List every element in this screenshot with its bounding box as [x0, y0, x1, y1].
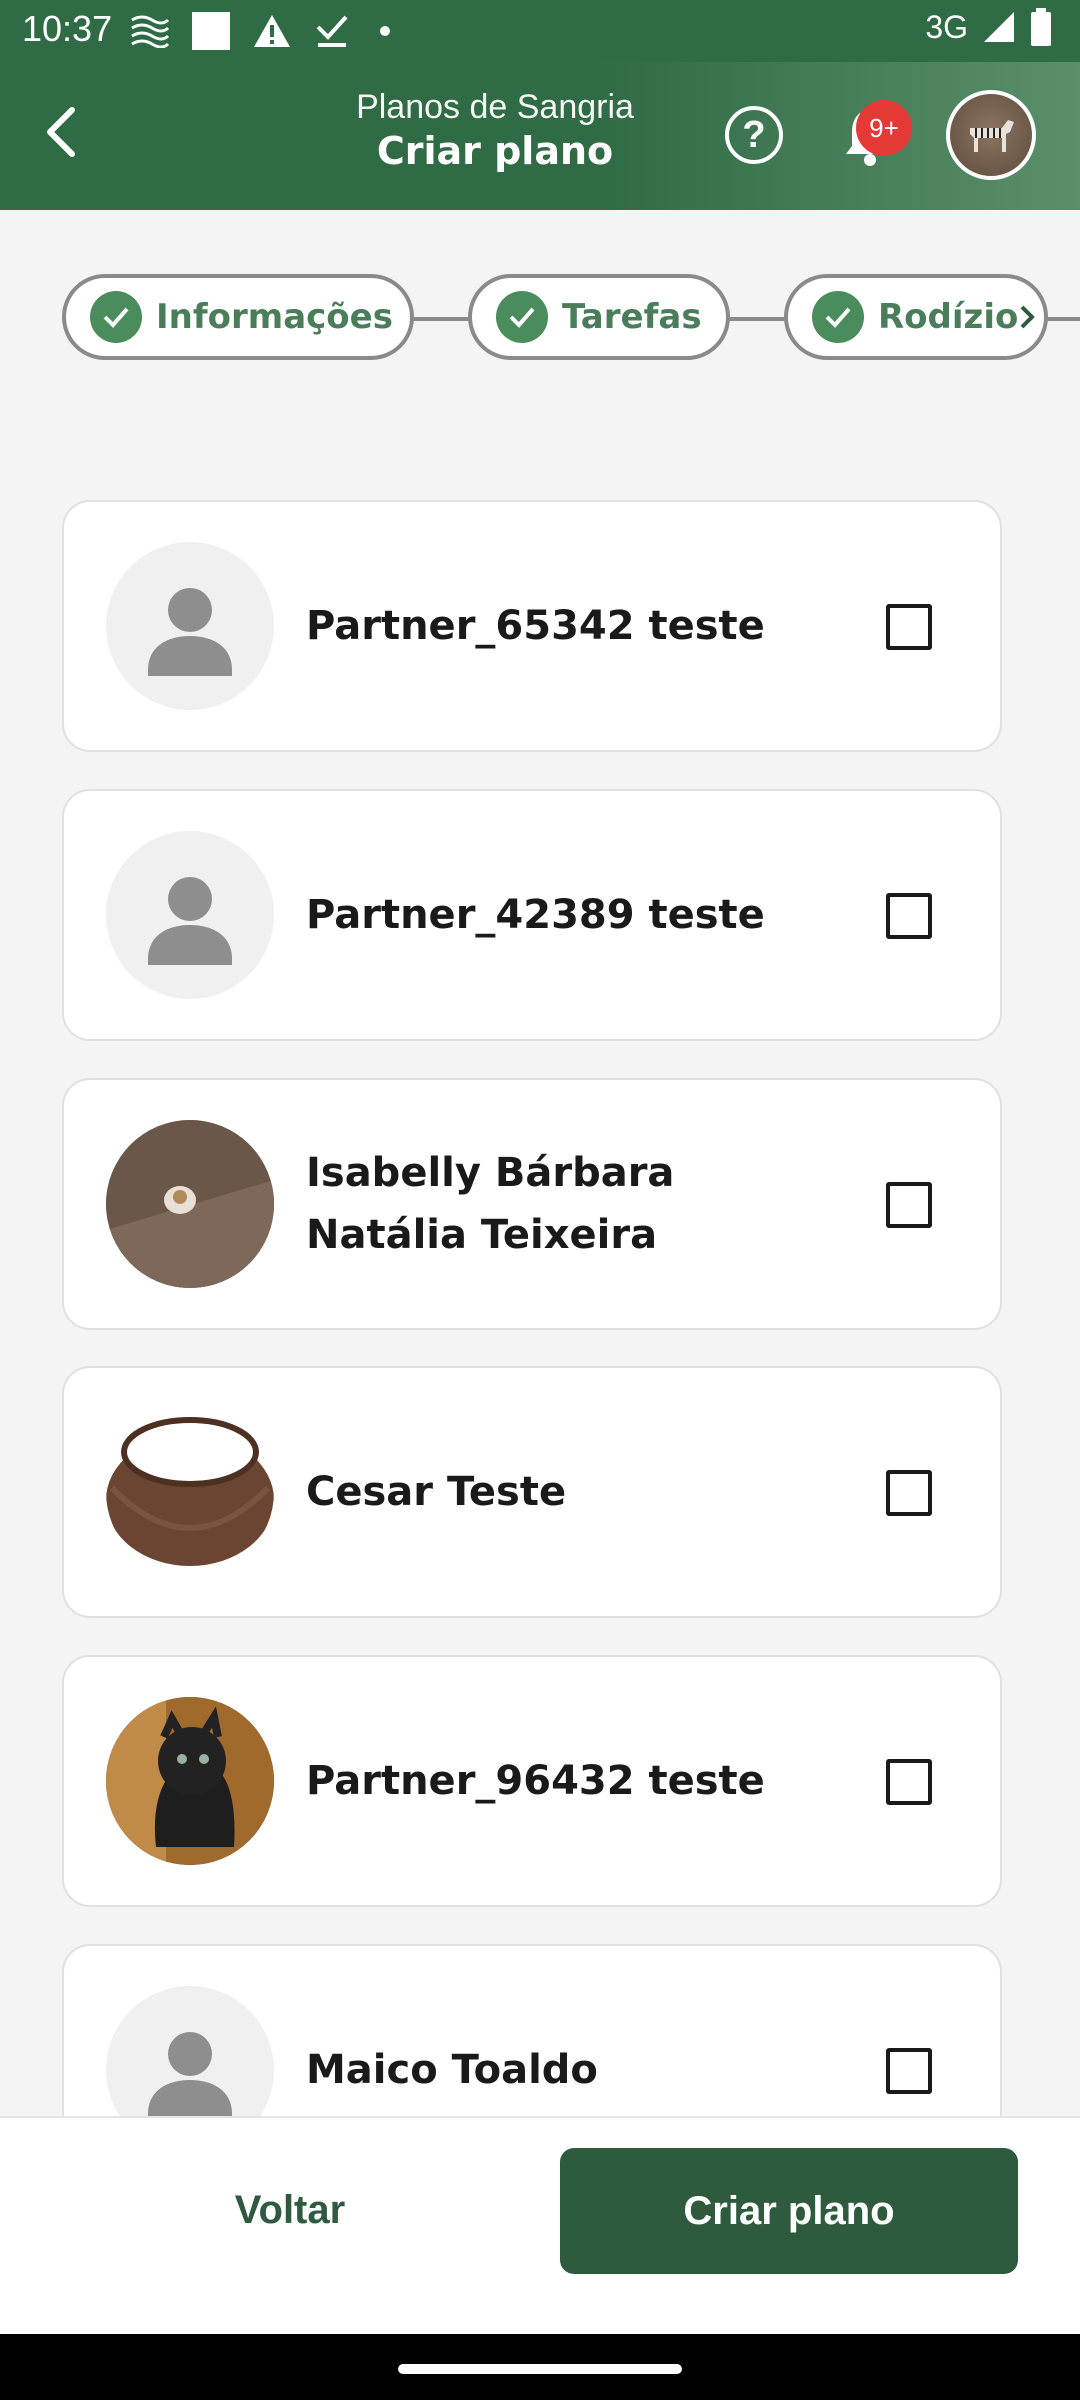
chevron-right-icon [1020, 305, 1035, 329]
header-subtitle: Planos de Sangria [356, 88, 634, 126]
partner-name: Maico Toaldo [306, 2047, 598, 2093]
person-icon [148, 877, 232, 965]
create-plan-button[interactable]: Criar plano [560, 2148, 1018, 2274]
step-tarefas[interactable]: Tarefas [468, 274, 730, 360]
partner-name: Partner_96432 teste [306, 1758, 765, 1804]
help-icon: ? [742, 113, 766, 156]
check-circle-icon [812, 291, 864, 343]
partner-name: Partner_42389 teste [306, 892, 765, 938]
partner-name: Partner_65342 teste [306, 603, 765, 649]
select-checkbox[interactable] [886, 1759, 932, 1805]
avatar [106, 1697, 274, 1865]
select-checkbox[interactable] [886, 604, 932, 650]
partner-name: Cesar Teste [306, 1469, 567, 1515]
person-icon [148, 2032, 232, 2116]
step-label: Informações [156, 297, 393, 337]
partner-card[interactable]: Partner_96432 teste [62, 1655, 1002, 1907]
warning-icon [254, 15, 290, 47]
partner-card[interactable]: Partner_65342 teste [62, 500, 1002, 752]
chevron-left-icon [47, 107, 75, 157]
partner-card[interactable]: Cesar Teste [62, 1366, 1002, 1618]
dragon-photo [106, 1697, 274, 1865]
step-connector [726, 317, 786, 321]
select-checkbox[interactable] [886, 1470, 932, 1516]
partner-list[interactable]: Partner_65342 teste Partner_42389 teste … [0, 496, 1080, 2116]
avatar [106, 542, 274, 710]
zebra-icon [970, 120, 1014, 152]
back-action-button[interactable]: Voltar [110, 2148, 470, 2272]
battery-icon [1031, 8, 1051, 46]
signal-icon [984, 12, 1014, 42]
step-connector [1044, 317, 1080, 321]
avatar [106, 831, 274, 999]
stepper: Informações Tarefas Rodízio [0, 270, 1080, 366]
avatar [106, 1408, 274, 1576]
network-type: 3G [925, 8, 968, 45]
back-button[interactable] [30, 102, 90, 162]
square-icon [192, 12, 230, 50]
select-checkbox[interactable] [886, 893, 932, 939]
system-nav-bar [0, 2334, 1080, 2400]
status-bar: 10:37 3G [0, 0, 1080, 62]
check-circle-icon [90, 291, 142, 343]
select-checkbox[interactable] [886, 1182, 932, 1228]
check-circle-icon [496, 291, 548, 343]
avatar [106, 1120, 274, 1288]
partner-card[interactable]: Isabelly Bárbara Natália Teixeira [62, 1078, 1002, 1330]
dot-icon [380, 26, 390, 36]
status-time: 10:37 [22, 8, 113, 49]
page-title: Criar plano [376, 129, 614, 173]
header-titles: Planos de Sangria Criar plano [300, 88, 690, 173]
help-button[interactable]: ? [725, 106, 783, 164]
app-bar: Planos de Sangria Criar plano ? 9+ [0, 62, 1080, 210]
partner-name: Isabelly Bárbara Natália Teixeira [306, 1150, 675, 1258]
notification-badge: 9+ [856, 100, 912, 156]
bottom-action-bar: Voltar Criar plano [0, 2116, 1080, 2334]
wood-ring-photo [106, 1417, 274, 1566]
step-connector [410, 317, 470, 321]
person-icon [148, 588, 232, 676]
coffee-photo [106, 1120, 274, 1288]
avatar [106, 1986, 274, 2116]
step-label: Rodízio [878, 297, 1018, 337]
wave-icon [131, 15, 170, 48]
profile-avatar[interactable] [946, 90, 1036, 180]
step-rodizio[interactable]: Rodízio [784, 274, 1048, 360]
partner-card[interactable]: Partner_42389 teste [62, 789, 1002, 1041]
step-label: Tarefas [562, 297, 702, 337]
home-gesture-handle[interactable] [398, 2364, 682, 2374]
partner-card[interactable]: Maico Toaldo [62, 1944, 1002, 2116]
select-checkbox[interactable] [886, 2048, 932, 2094]
status-notification-icons [130, 10, 390, 52]
download-done-icon [316, 15, 348, 47]
step-informacoes[interactable]: Informações [62, 274, 414, 360]
